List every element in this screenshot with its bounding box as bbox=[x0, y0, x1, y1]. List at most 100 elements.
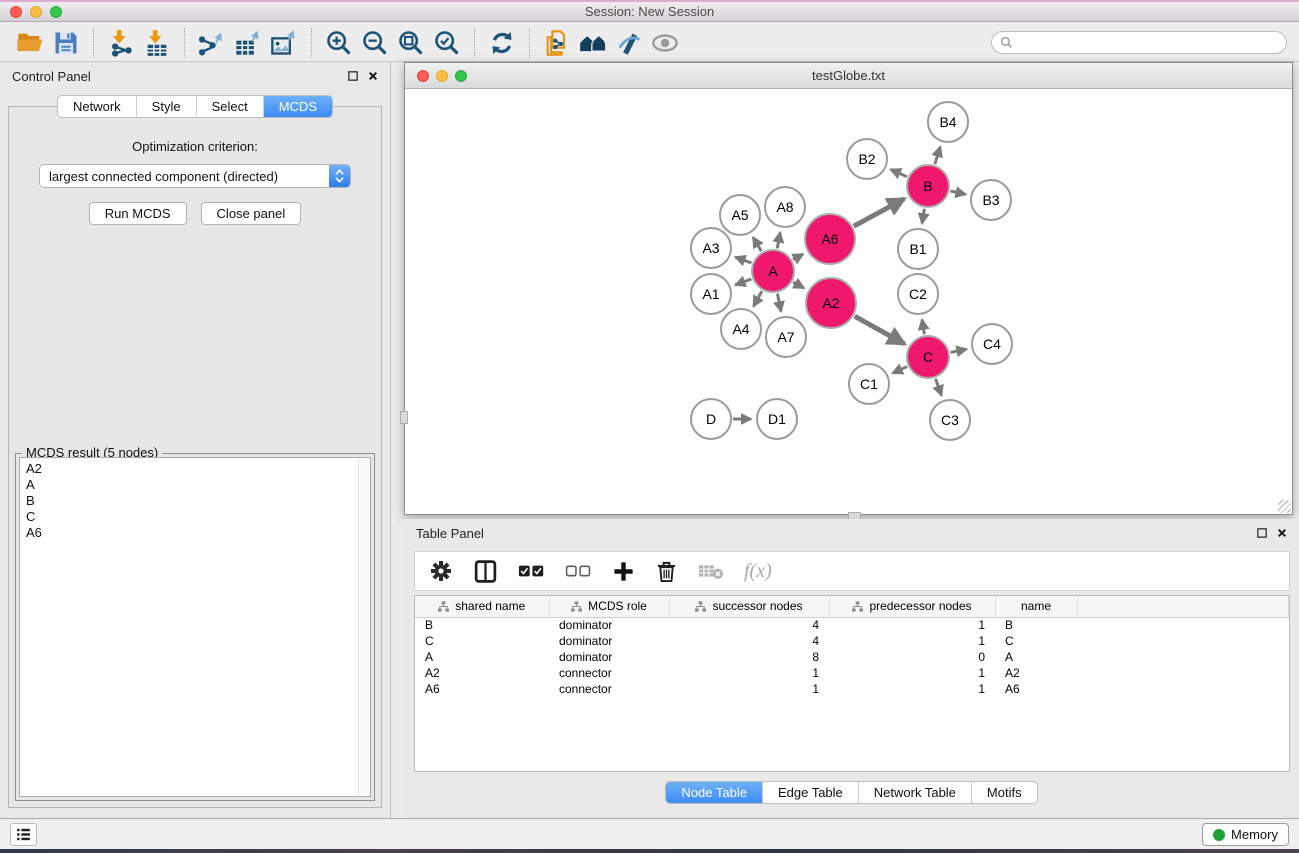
table-cell[interactable]: 1 bbox=[829, 665, 995, 681]
network-canvas[interactable]: B4B2BB3A8A5A6A3B1AA1C2A2A4A7CC4C1C3DD1 bbox=[405, 90, 1292, 514]
network-edge[interactable] bbox=[777, 233, 780, 249]
network-node-D[interactable]: D bbox=[690, 398, 732, 440]
network-node-A5[interactable]: A5 bbox=[719, 194, 761, 236]
table-cell[interactable]: 1 bbox=[669, 665, 829, 681]
result-item[interactable]: A2 bbox=[26, 461, 370, 477]
task-history-button[interactable] bbox=[10, 823, 37, 846]
run-mcds-button[interactable]: Run MCDS bbox=[89, 202, 187, 225]
export-network-icon[interactable] bbox=[194, 27, 230, 59]
column-header-name[interactable]: name bbox=[995, 596, 1077, 617]
search-box[interactable] bbox=[991, 31, 1287, 54]
apply-layout-icon[interactable] bbox=[484, 27, 520, 59]
column-header-shared-name[interactable]: shared name bbox=[415, 596, 549, 617]
zoom-out-icon[interactable] bbox=[357, 27, 393, 59]
network-edge[interactable] bbox=[936, 379, 942, 396]
network-node-C[interactable]: C bbox=[906, 335, 950, 379]
vertical-splitter-handle[interactable] bbox=[400, 411, 408, 424]
network-node-D1[interactable]: D1 bbox=[756, 398, 798, 440]
network-edge[interactable] bbox=[793, 282, 804, 288]
deselect-all-checkboxes-icon[interactable] bbox=[565, 563, 592, 579]
table-cell[interactable]: connector bbox=[549, 665, 669, 681]
network-edge[interactable] bbox=[922, 320, 924, 335]
network-node-C4[interactable]: C4 bbox=[971, 323, 1013, 365]
tab-mcds[interactable]: MCDS bbox=[263, 96, 332, 117]
table-cell[interactable]: A bbox=[415, 649, 549, 665]
mcds-result-list[interactable]: A2ABCA6 bbox=[19, 457, 371, 797]
result-item[interactable]: A6 bbox=[26, 525, 370, 541]
maximize-network-button[interactable] bbox=[455, 70, 467, 82]
criterion-dropdown[interactable]: largest connected component (directed) bbox=[39, 164, 351, 188]
network-node-A2[interactable]: A2 bbox=[805, 277, 857, 329]
column-header-predecessor-nodes[interactable]: predecessor nodes bbox=[829, 596, 995, 617]
table-row[interactable]: Adominator80A bbox=[415, 649, 1289, 665]
column-header-MCDS-role[interactable]: MCDS role bbox=[549, 596, 669, 617]
network-window-titlebar[interactable]: testGlobe.txt bbox=[405, 63, 1292, 89]
network-edge[interactable] bbox=[935, 147, 940, 164]
network-edge[interactable] bbox=[951, 349, 967, 352]
network-node-A7[interactable]: A7 bbox=[765, 316, 807, 358]
select-all-checkboxes-icon[interactable] bbox=[518, 563, 545, 579]
import-table-icon[interactable] bbox=[139, 27, 175, 59]
table-cell[interactable]: 4 bbox=[669, 633, 829, 649]
tab-node-table[interactable]: Node Table bbox=[666, 782, 762, 803]
show-columns-icon[interactable] bbox=[473, 559, 498, 584]
network-node-C1[interactable]: C1 bbox=[848, 363, 890, 405]
table-cell[interactable]: A6 bbox=[995, 681, 1077, 697]
table-cell[interactable]: dominator bbox=[549, 617, 669, 633]
table-cell[interactable]: 4 bbox=[669, 617, 829, 633]
network-node-B[interactable]: B bbox=[906, 164, 950, 208]
table-cell[interactable]: 1 bbox=[669, 681, 829, 697]
float-table-panel-icon[interactable] bbox=[1257, 528, 1267, 538]
network-node-B1[interactable]: B1 bbox=[897, 228, 939, 270]
result-item[interactable]: A bbox=[26, 477, 370, 493]
network-node-C2[interactable]: C2 bbox=[897, 273, 939, 315]
float-panel-icon[interactable] bbox=[348, 71, 358, 81]
new-network-from-selection-icon[interactable] bbox=[539, 27, 575, 59]
window-resize-grip[interactable] bbox=[1278, 500, 1291, 513]
network-edge[interactable] bbox=[893, 367, 907, 374]
result-item[interactable]: C bbox=[26, 509, 370, 525]
network-edge[interactable] bbox=[854, 199, 905, 226]
tab-style[interactable]: Style bbox=[136, 96, 196, 117]
table-cell[interactable]: 1 bbox=[829, 617, 995, 633]
delete-table-icon[interactable] bbox=[698, 561, 724, 581]
network-edge[interactable] bbox=[754, 291, 762, 306]
tab-network-table[interactable]: Network Table bbox=[858, 782, 971, 803]
column-header-successor-nodes[interactable]: successor nodes bbox=[669, 596, 829, 617]
network-node-A6[interactable]: A6 bbox=[804, 213, 856, 265]
network-edge[interactable] bbox=[735, 279, 751, 285]
open-file-icon[interactable] bbox=[12, 27, 48, 59]
close-network-button[interactable] bbox=[417, 70, 429, 82]
hide-selected-icon[interactable] bbox=[611, 27, 647, 59]
table-cell[interactable]: A2 bbox=[995, 665, 1077, 681]
maximize-window-button[interactable] bbox=[50, 6, 62, 18]
tab-edge-table[interactable]: Edge Table bbox=[762, 782, 858, 803]
network-node-B3[interactable]: B3 bbox=[970, 179, 1012, 221]
close-window-button[interactable] bbox=[10, 6, 22, 18]
network-node-B4[interactable]: B4 bbox=[927, 101, 969, 143]
tab-motifs[interactable]: Motifs bbox=[971, 782, 1037, 803]
result-item[interactable]: B bbox=[26, 493, 370, 509]
table-cell[interactable]: 0 bbox=[829, 649, 995, 665]
save-session-icon[interactable] bbox=[48, 27, 84, 59]
import-network-icon[interactable] bbox=[103, 27, 139, 59]
search-input[interactable] bbox=[1018, 36, 1278, 50]
tab-select[interactable]: Select bbox=[196, 96, 263, 117]
network-edge[interactable] bbox=[793, 254, 803, 260]
table-cell[interactable]: C bbox=[415, 633, 549, 649]
network-edge[interactable] bbox=[735, 257, 751, 263]
table-cell[interactable]: C bbox=[995, 633, 1077, 649]
network-node-A1[interactable]: A1 bbox=[690, 273, 732, 315]
table-cell[interactable]: dominator bbox=[549, 649, 669, 665]
network-node-A[interactable]: A bbox=[751, 249, 795, 293]
network-edge[interactable] bbox=[922, 209, 924, 224]
minimize-window-button[interactable] bbox=[30, 6, 42, 18]
zoom-in-icon[interactable] bbox=[321, 27, 357, 59]
network-edge[interactable] bbox=[950, 191, 965, 194]
close-panel-button[interactable]: Close panel bbox=[201, 202, 302, 225]
network-node-C3[interactable]: C3 bbox=[929, 399, 971, 441]
show-all-eye-icon[interactable] bbox=[647, 27, 683, 59]
table-settings-gear-icon[interactable] bbox=[429, 559, 453, 583]
network-node-A4[interactable]: A4 bbox=[720, 308, 762, 350]
table-cell[interactable]: 8 bbox=[669, 649, 829, 665]
